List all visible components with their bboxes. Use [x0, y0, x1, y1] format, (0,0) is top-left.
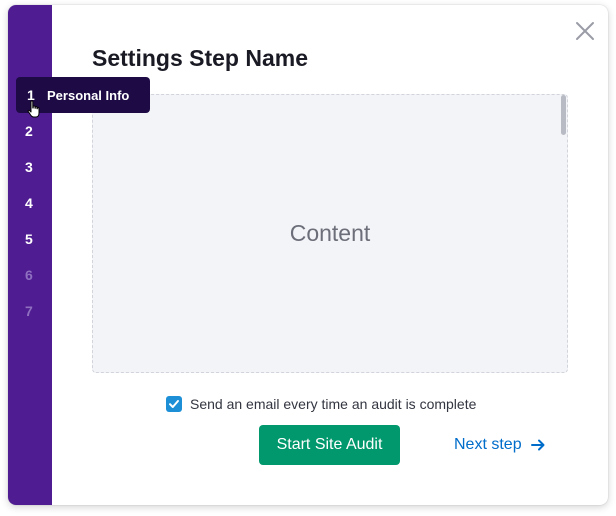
content-scrollbar[interactable]	[561, 95, 566, 135]
step-5[interactable]: 5	[8, 224, 52, 254]
pointer-cursor-icon	[27, 100, 40, 118]
content-area: Content	[92, 94, 568, 373]
email-checkbox[interactable]	[166, 396, 182, 412]
start-site-audit-button[interactable]: Start Site Audit	[259, 425, 400, 465]
settings-dialog: 1 2 3 4 5 6 7 1 Personal Info Settings S…	[8, 5, 608, 505]
email-option: Send an email every time an audit is com…	[166, 395, 476, 413]
arrow-right-icon	[530, 439, 545, 451]
tooltip-step-label: Personal Info	[47, 87, 130, 103]
next-step-link[interactable]: Next step	[454, 434, 545, 456]
close-icon[interactable]	[573, 19, 597, 43]
step-7: 7	[25, 303, 33, 319]
content-placeholder: Content	[289, 220, 371, 246]
email-checkbox-label[interactable]: Send an email every time an audit is com…	[190, 396, 476, 412]
step-6: 6	[25, 267, 33, 283]
next-step-label: Next step	[454, 436, 522, 453]
check-icon	[169, 400, 179, 408]
step-3[interactable]: 3	[8, 152, 52, 182]
step-4[interactable]: 4	[8, 188, 52, 218]
step-2[interactable]: 2	[8, 116, 52, 146]
dialog-title: Settings Step Name	[92, 45, 308, 71]
